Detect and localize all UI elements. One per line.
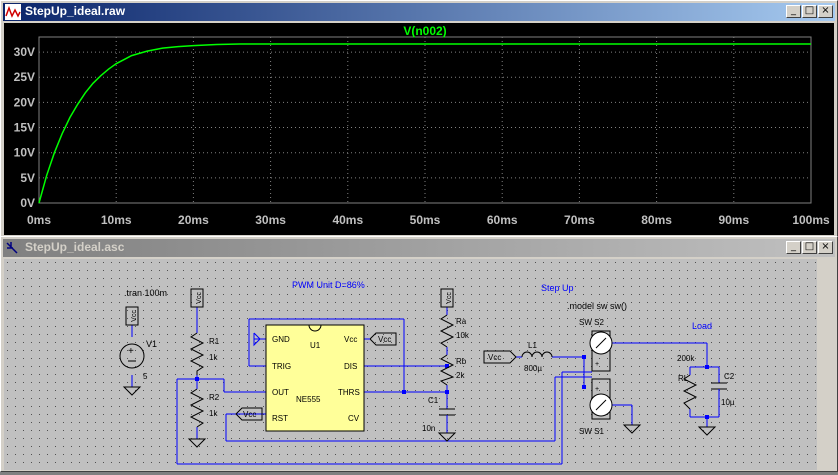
svg-text:Vcc: Vcc	[131, 310, 138, 322]
svg-text:1k: 1k	[209, 409, 218, 418]
waveform-app-icon	[5, 4, 21, 20]
minimize-button[interactable]: _	[786, 5, 801, 18]
trace-v-n002[interactable]	[38, 43, 811, 204]
y-tick-label: 25V	[14, 70, 35, 84]
svg-text:+: +	[595, 361, 599, 368]
x-tick-label: 90ms	[718, 213, 749, 227]
ne555-timer-u1[interactable]: U1 NE555 GND Vcc TRIG DIS OUT THRS RST C…	[265, 324, 365, 432]
svg-text:10n: 10n	[422, 424, 435, 433]
x-tick-label: 0ms	[27, 213, 51, 227]
stepup-section-label[interactable]: Step Up	[541, 283, 574, 293]
svg-text:SW S1: SW S1	[579, 427, 604, 436]
minimize-button[interactable]: _	[786, 241, 801, 254]
y-tick-label: 5V	[20, 171, 35, 185]
svg-text:GND: GND	[272, 335, 290, 344]
model-directive[interactable]: .model sw sw()	[567, 301, 627, 311]
svg-text:V1: V1	[146, 339, 157, 349]
svg-text:Ra: Ra	[456, 317, 467, 326]
svg-text:Vcc: Vcc	[488, 353, 501, 362]
svg-text:R2: R2	[209, 393, 220, 402]
x-tick-label: 80ms	[641, 213, 672, 227]
svg-text:L1: L1	[528, 341, 537, 350]
svg-text:R1: R1	[209, 337, 220, 346]
schematic-window: StepUp_ideal.asc _ □ × .tran 100m PWM Un…	[0, 236, 838, 472]
svg-text:RST: RST	[272, 414, 288, 423]
y-tick-label: 0V	[20, 196, 35, 210]
x-tick-label: 40ms	[332, 213, 363, 227]
svg-text:OUT: OUT	[272, 388, 289, 397]
waveform-window-titlebar[interactable]: StepUp_ideal.raw _ □ ×	[3, 3, 835, 21]
svg-text:C2: C2	[724, 372, 735, 381]
svg-text:RL: RL	[678, 374, 689, 383]
svg-text:SW S2: SW S2	[579, 318, 604, 327]
load-section-label[interactable]: Load	[692, 321, 712, 331]
svg-text:+: +	[595, 386, 599, 393]
svg-text:1k: 1k	[209, 353, 218, 362]
x-tick-label: 30ms	[255, 213, 286, 227]
svg-text:5: 5	[143, 372, 148, 381]
svg-text:10µ: 10µ	[721, 398, 735, 407]
x-tick-label: 20ms	[178, 213, 209, 227]
svg-text:Vcc: Vcc	[243, 410, 256, 419]
svg-text:C1: C1	[428, 396, 439, 405]
x-tick-label: 100ms	[792, 213, 830, 227]
y-tick-label: 20V	[14, 95, 35, 109]
maximize-button[interactable]: □	[802, 241, 817, 254]
schematic-window-title: StepUp_ideal.asc	[25, 240, 125, 254]
svg-text:CV: CV	[348, 414, 360, 423]
y-tick-label: 15V	[14, 121, 35, 135]
vertical-scrollbar[interactable]	[818, 259, 834, 470]
svg-text:Vcc: Vcc	[378, 335, 391, 344]
schematic-canvas[interactable]: .tran 100m PWM Unit D=86% Step Up .model…	[4, 259, 817, 470]
svg-text:THRS: THRS	[338, 388, 360, 397]
waveform-window-title: StepUp_ideal.raw	[25, 4, 126, 18]
schematic-app-icon	[6, 242, 18, 254]
svg-text:10k: 10k	[456, 331, 470, 340]
y-tick-label: 10V	[14, 146, 35, 160]
x-tick-label: 50ms	[410, 213, 441, 227]
svg-text:+: +	[128, 346, 134, 357]
close-button[interactable]: ×	[818, 5, 833, 18]
svg-text:U1: U1	[310, 341, 321, 350]
waveform-chart[interactable]: 0V 5V 10V 15V 20V 25V 30V 0ms 10ms 20ms 30ms 40ms 5…	[4, 23, 834, 235]
y-tick-label: 30V	[14, 45, 35, 59]
svg-text:TRIG: TRIG	[272, 362, 291, 371]
svg-text:Rb: Rb	[456, 357, 467, 366]
svg-text:Vcc: Vcc	[446, 292, 453, 304]
svg-text:DIS: DIS	[344, 362, 357, 371]
svg-text:Vcc: Vcc	[196, 292, 203, 304]
pwm-section-label[interactable]: PWM Unit D=86%	[292, 280, 365, 290]
maximize-button[interactable]: □	[802, 5, 817, 18]
schematic-window-titlebar[interactable]: StepUp_ideal.asc _ □ ×	[3, 239, 835, 257]
chart-title[interactable]: V(n002)	[403, 24, 446, 38]
x-tick-label: 10ms	[101, 213, 132, 227]
svg-text:NE555: NE555	[296, 395, 321, 404]
waveform-plot-area[interactable]: 0V 5V 10V 15V 20V 25V 30V 0ms 10ms 20ms 30ms 40ms 5…	[4, 23, 834, 235]
svg-text:Vcc: Vcc	[344, 335, 357, 344]
svg-text:200k: 200k	[677, 354, 695, 363]
svg-text:800µ: 800µ	[524, 364, 542, 373]
svg-text:2k: 2k	[456, 371, 465, 380]
close-button[interactable]: ×	[818, 241, 833, 254]
x-tick-label: 70ms	[564, 213, 595, 227]
x-tick-label: 60ms	[487, 213, 518, 227]
waveform-window: StepUp_ideal.raw _ □ × 0V 5V 10V 15V 20V 25V 3…	[0, 0, 838, 238]
tran-directive[interactable]: .tran 100m	[124, 288, 167, 298]
